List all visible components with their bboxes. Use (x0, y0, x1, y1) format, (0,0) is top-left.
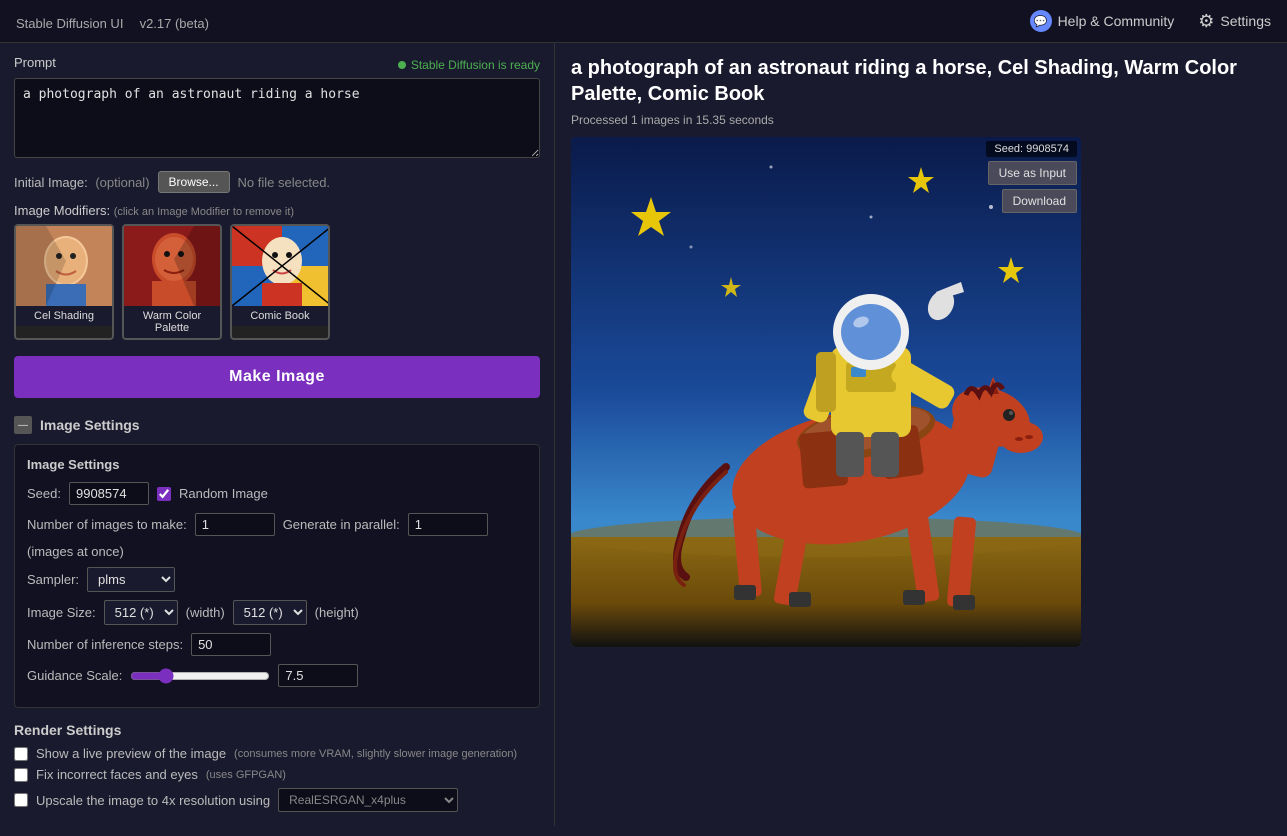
seed-row: Seed: Random Image (27, 482, 527, 505)
guidance-label: Guidance Scale: (27, 668, 122, 683)
image-settings-group: Image Settings Seed: Random Image Number… (14, 444, 540, 708)
parallel-input[interactable] (408, 513, 488, 536)
upscale-select[interactable]: RealESRGAN_x4plus RealESRGAN_x4plus_anim… (278, 788, 458, 812)
render-settings-title: Render Settings (14, 722, 540, 738)
prompt-label: Prompt (14, 55, 56, 70)
image-size-row: Image Size: 512 (*) 256 384 640 768 (wid… (27, 600, 527, 625)
image-settings-section-header: — Image Settings (14, 416, 540, 434)
comic-book-svg (232, 226, 330, 306)
cel-shading-img (16, 226, 114, 306)
help-community-link[interactable]: 💬 Help & Community (1030, 10, 1175, 32)
settings-link[interactable]: ⚙ Settings (1198, 11, 1271, 32)
num-images-label: Number of images to make: (27, 517, 187, 532)
app-title: Stable Diffusion UI v2.17 (beta) (16, 8, 1030, 34)
comic-book-label: Comic Book (232, 306, 328, 326)
live-preview-label: Show a live preview of the image (36, 746, 226, 761)
modifiers-note: (click an Image Modifier to remove it) (114, 206, 294, 218)
render-settings: Render Settings Show a live preview of t… (14, 722, 540, 812)
modifiers-label: Image Modifiers: (click an Image Modifie… (14, 203, 540, 218)
version-text: v2.17 (beta) (140, 16, 209, 31)
prompt-input[interactable]: a photograph of an astronaut riding a ho… (14, 78, 540, 158)
live-preview-row: Show a live preview of the image (consum… (14, 746, 540, 761)
upscale-label: Upscale the image to 4x resolution using (36, 793, 270, 808)
browse-button[interactable]: Browse... (158, 171, 230, 193)
scene-svg (571, 137, 1081, 647)
image-settings-title: Image Settings (40, 417, 140, 433)
initial-image-label: Initial Image: (optional) (14, 175, 150, 190)
steps-label: Number of inference steps: (27, 637, 183, 652)
guidance-row: Guidance Scale: (27, 664, 527, 687)
parallel-note: (images at once) (27, 544, 124, 559)
guidance-slider[interactable] (130, 668, 270, 684)
modifier-comic-book[interactable]: Comic Book (230, 224, 330, 340)
main-layout: Prompt Stable Diffusion is ready a photo… (0, 43, 1287, 826)
fix-faces-row: Fix incorrect faces and eyes (uses GFPGA… (14, 767, 540, 782)
sampler-row: Sampler: plms ddim k_dpm_2 k_euler k_heu… (27, 567, 527, 592)
settings-group-title: Image Settings (27, 457, 527, 472)
warm-palette-svg (124, 226, 222, 306)
use-as-input-button[interactable]: Use as Input (988, 161, 1077, 185)
generated-image: Seed: 9908574 Use as Input Download (571, 137, 1081, 647)
bubble-icon: 💬 (1030, 10, 1052, 32)
upscale-row: Upscale the image to 4x resolution using… (14, 788, 540, 812)
comic-book-img (232, 226, 330, 306)
status-badge: Stable Diffusion is ready (398, 58, 540, 72)
status-row: Prompt Stable Diffusion is ready (14, 55, 540, 74)
gear-icon: ⚙ (1198, 11, 1214, 32)
sampler-select[interactable]: plms ddim k_dpm_2 k_euler k_heun (87, 567, 175, 592)
app-header: Stable Diffusion UI v2.17 (beta) 💬 Help … (0, 0, 1287, 43)
live-preview-checkbox[interactable] (14, 747, 28, 761)
guidance-value-input[interactable] (278, 664, 358, 687)
seed-badge: Seed: 9908574 (986, 141, 1077, 157)
help-community-label: Help & Community (1058, 13, 1175, 29)
size-label: Image Size: (27, 605, 96, 620)
modifier-cel-shading[interactable]: Cel Shading (14, 224, 114, 340)
right-panel: a photograph of an astronaut riding a ho… (555, 43, 1287, 826)
initial-image-row: Initial Image: (optional) Browse... No f… (14, 171, 540, 193)
seed-label: Seed: (27, 486, 61, 501)
fix-faces-label: Fix incorrect faces and eyes (36, 767, 198, 782)
cel-shading-label: Cel Shading (16, 306, 112, 326)
fix-faces-checkbox[interactable] (14, 768, 28, 782)
num-images-input[interactable] (195, 513, 275, 536)
steps-row: Number of inference steps: (27, 633, 527, 656)
height-select[interactable]: 512 (*) 256 384 640 768 (233, 600, 307, 625)
left-panel: Prompt Stable Diffusion is ready a photo… (0, 43, 555, 826)
download-button[interactable]: Download (1002, 189, 1077, 213)
modifier-warm-palette[interactable]: Warm Color Palette (122, 224, 222, 340)
status-dot (398, 61, 406, 69)
seed-input[interactable] (69, 482, 149, 505)
cel-shading-svg (16, 226, 114, 306)
steps-input[interactable] (191, 633, 271, 656)
sampler-label: Sampler: (27, 572, 79, 587)
width-select[interactable]: 512 (*) 256 384 640 768 (104, 600, 178, 625)
modifiers-row: Cel Shading Warm Color Palette (14, 224, 540, 340)
width-note: (width) (186, 605, 225, 620)
no-file-label: No file selected. (238, 175, 331, 190)
header-links: 💬 Help & Community ⚙ Settings (1030, 10, 1271, 32)
height-note: (height) (315, 605, 359, 620)
image-container: Seed: 9908574 Use as Input Download (571, 137, 1081, 647)
live-preview-note: (consumes more VRAM, slightly slower ima… (234, 748, 517, 760)
upscale-checkbox[interactable] (14, 793, 28, 807)
title-text: Stable Diffusion UI (16, 16, 123, 31)
collapse-icon[interactable]: — (14, 416, 32, 434)
image-title: a photograph of an astronaut riding a ho… (571, 55, 1271, 107)
num-images-row: Number of images to make: Generate in pa… (27, 513, 527, 559)
status-text: Stable Diffusion is ready (411, 58, 540, 72)
processed-text: Processed 1 images in 15.35 seconds (571, 113, 1271, 127)
parallel-label: Generate in parallel: (283, 517, 400, 532)
warm-palette-img (124, 226, 222, 306)
image-overlay: Seed: 9908574 Use as Input Download (986, 141, 1077, 213)
warm-palette-label: Warm Color Palette (124, 306, 220, 338)
make-image-button[interactable]: Make Image (14, 356, 540, 398)
settings-label: Settings (1220, 13, 1271, 29)
random-image-label: Random Image (179, 486, 268, 501)
random-image-checkbox[interactable] (157, 487, 171, 501)
fix-faces-note: (uses GFPGAN) (206, 769, 286, 781)
